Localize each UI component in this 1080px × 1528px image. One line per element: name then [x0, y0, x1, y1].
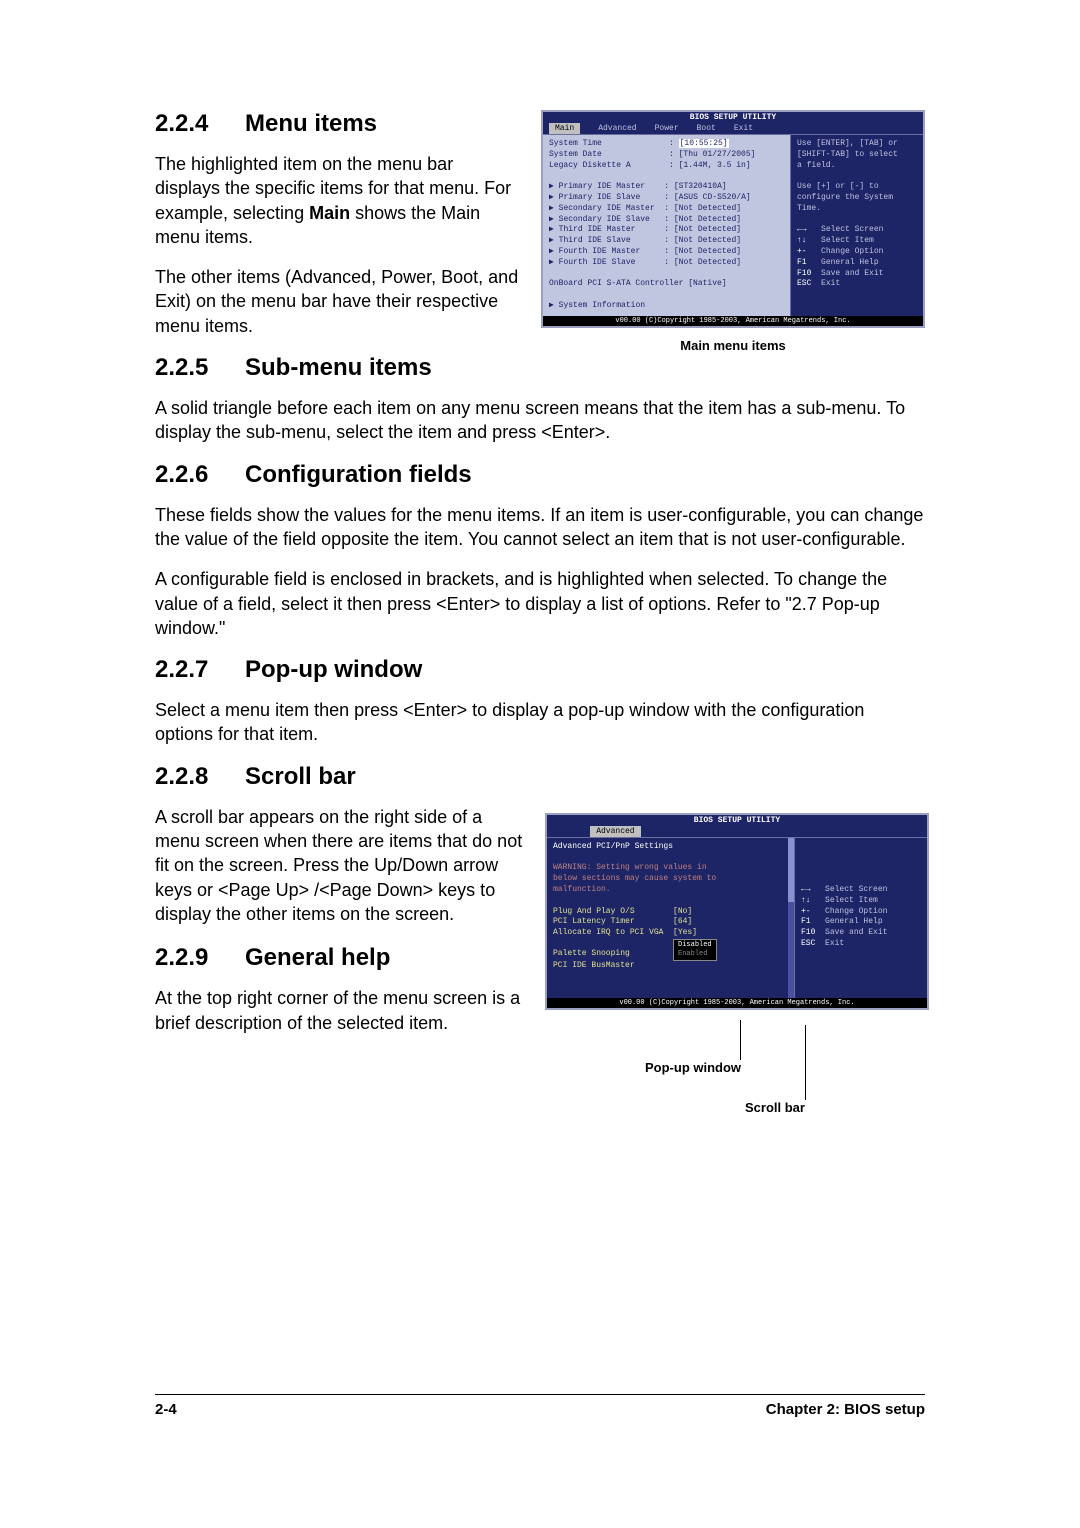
heading-224: 2.2.4Menu items [155, 110, 521, 138]
heading-228: 2.2.8Scroll bar [155, 763, 925, 791]
bios2-title: BIOS SETUP UTILITY [547, 815, 927, 826]
bios-screenshot-main: BIOS SETUP UTILITY MainAdvancedPowerBoot… [541, 110, 925, 328]
scroll-bar [788, 838, 794, 998]
p-228: A scroll bar appears on the right side o… [155, 805, 525, 926]
bios2-footer: v00.00 (C)Copyright 1985-2003, American … [547, 998, 927, 1008]
p-226-2: A configurable field is enclosed in brac… [155, 567, 925, 640]
bios2-menubar: MainAdvanced [547, 826, 927, 838]
p-227: Select a menu item then press <Enter> to… [155, 698, 925, 747]
p-229: At the top right corner of the menu scre… [155, 986, 525, 1035]
bios2-main-panel: Advanced PCI/PnP Settings WARNING: Setti… [547, 838, 788, 998]
popup-window: DisabledEnabled [673, 939, 717, 961]
bios-title: BIOS SETUP UTILITY [543, 112, 923, 123]
page-number: 2-4 [155, 1401, 177, 1418]
page-footer: 2-4 Chapter 2: BIOS setup [155, 1394, 925, 1418]
bios-footer: v00.00 (C)Copyright 1985-2003, American … [543, 316, 923, 326]
bios2-help-panel: ←→ Select Screen ↑↓ Select Item +- Chang… [794, 838, 927, 998]
heading-227: 2.2.7Pop-up window [155, 656, 925, 684]
p-226-1: These fields show the values for the men… [155, 503, 925, 552]
bios-help-panel: Use [ENTER], [TAB] or [SHIFT-TAB] to sel… [790, 135, 923, 316]
p-224-1: The highlighted item on the menu bar dis… [155, 152, 521, 249]
p-225: A solid triangle before each item on any… [155, 396, 925, 445]
heading-229: 2.2.9General help [155, 944, 525, 972]
label-popup: Pop-up window [645, 1060, 741, 1075]
p-224-2: The other items (Advanced, Power, Boot, … [155, 265, 521, 338]
bios-menubar: MainAdvancedPowerBootExit [543, 123, 923, 135]
chapter-label: Chapter 2: BIOS setup [766, 1401, 925, 1418]
label-scroll: Scroll bar [745, 1100, 805, 1115]
heading-225: 2.2.5Sub-menu items [155, 354, 925, 382]
bios-caption-main: Main menu items [680, 338, 785, 353]
bios-screenshot-advanced: BIOS SETUP UTILITY MainAdvanced Advanced… [545, 813, 929, 1010]
heading-226: 2.2.6Configuration fields [155, 461, 925, 489]
bios-main-panel: System Time : [10:55:25] System Date : [… [543, 135, 790, 316]
